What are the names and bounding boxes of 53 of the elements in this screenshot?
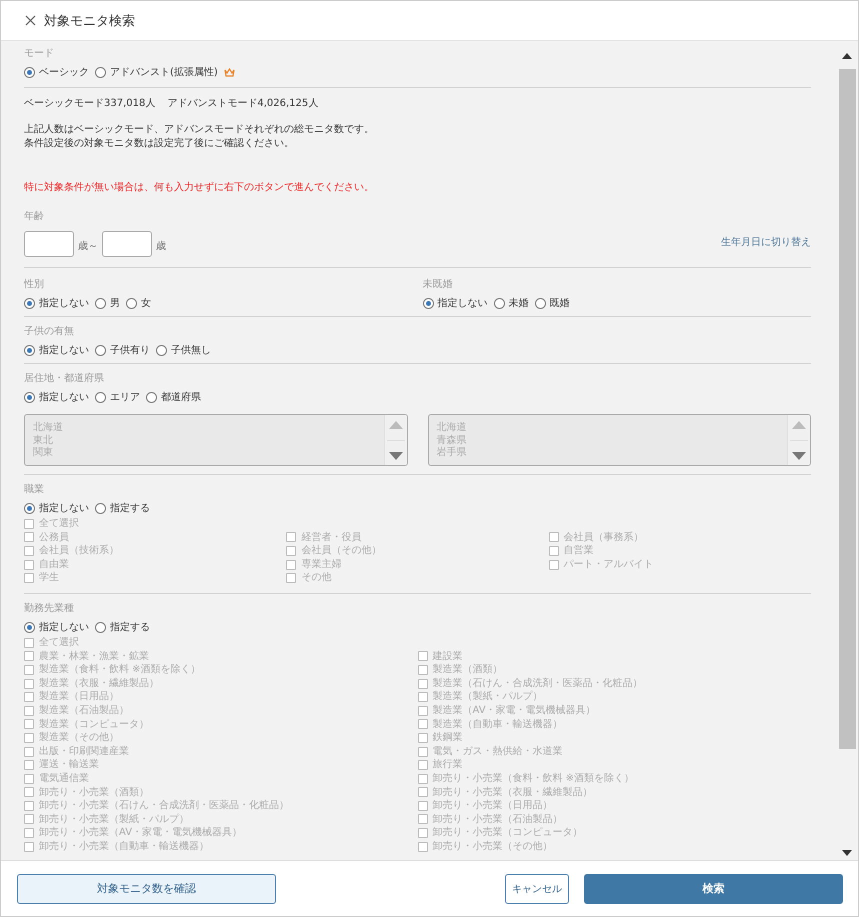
radio-button[interactable] [24,67,35,78]
switch-link[interactable]: 生年月日に切り替え [721,235,811,249]
warning-text: 特に対象条件が無い場合は、何も入力せずに右下のボタンで進んでください。 [24,181,375,194]
radio-button[interactable] [534,298,546,309]
radio-label[interactable]: アドバンスト(拡張属性) [110,66,218,79]
scroll-up-icon[interactable] [842,53,852,59]
radio-label[interactable]: 男 [110,297,120,310]
scroll-down-icon[interactable] [842,850,852,856]
radio-button[interactable] [24,392,35,403]
unit-label: 歳～ [78,240,98,253]
radio-button[interactable] [95,392,106,403]
age-from-field[interactable] [24,231,74,257]
section-label: モード [24,47,55,60]
action-button[interactable]: 検索 [584,874,843,904]
radio-label[interactable]: 指定しない [39,344,89,357]
radio-label[interactable]: 子供有り [110,344,150,357]
radio-button[interactable] [126,298,137,309]
radio-label[interactable]: 女 [141,297,151,310]
radio-label[interactable]: 指定しない [39,297,89,310]
radio-label[interactable]: 既婚 [550,297,570,310]
section-label: 勤務先業種 [24,602,75,615]
radio-button[interactable] [156,345,167,356]
action-button[interactable]: キャンセル [505,874,569,904]
age-to-field[interactable] [102,231,152,257]
section-label: 子供の有無 [24,325,75,338]
dialog-title: 対象モニタ検索 [44,12,135,30]
note-text: 条件設定後の対象モニタ数は設定完了後にご確認ください。 [24,137,295,151]
note-text: 上記人数はベーシックモード、アドバンスモードそれぞれの総モニタ数です。 [24,123,375,137]
radio-button[interactable] [146,392,157,403]
radio-label[interactable]: エリア [110,391,140,404]
close-icon[interactable] [25,15,36,26]
radio-label[interactable]: 都道府県 [161,391,201,404]
section-label: 性別 [24,278,45,291]
radio-button[interactable] [24,298,35,309]
monitor-count: ベーシックモード337,018人 [24,97,156,111]
section-label: 年齢 [24,210,45,223]
section-label: 居住地・都道府県 [24,372,105,385]
section-label: 職業 [24,483,45,496]
radio-button[interactable] [95,67,106,78]
radio-label[interactable]: 指定しない [438,297,488,310]
monitor-count: アドバンストモード4,026,125人 [167,97,318,111]
radio-button[interactable] [95,345,106,356]
radio-button[interactable] [422,298,434,309]
radio-label[interactable]: 子供無し [171,344,211,357]
radio-label[interactable]: 指定しない [39,391,89,404]
action-button[interactable]: 対象モニタ数を確認 [17,874,276,904]
radio-label[interactable]: ベーシック [39,66,89,79]
radio-button[interactable] [95,298,106,309]
unit-label: 歳 [156,240,166,253]
radio-button[interactable] [494,298,504,309]
radio-button[interactable] [24,345,35,356]
section-label: 未既婚 [422,278,454,291]
radio-label[interactable]: 未婚 [508,297,528,310]
